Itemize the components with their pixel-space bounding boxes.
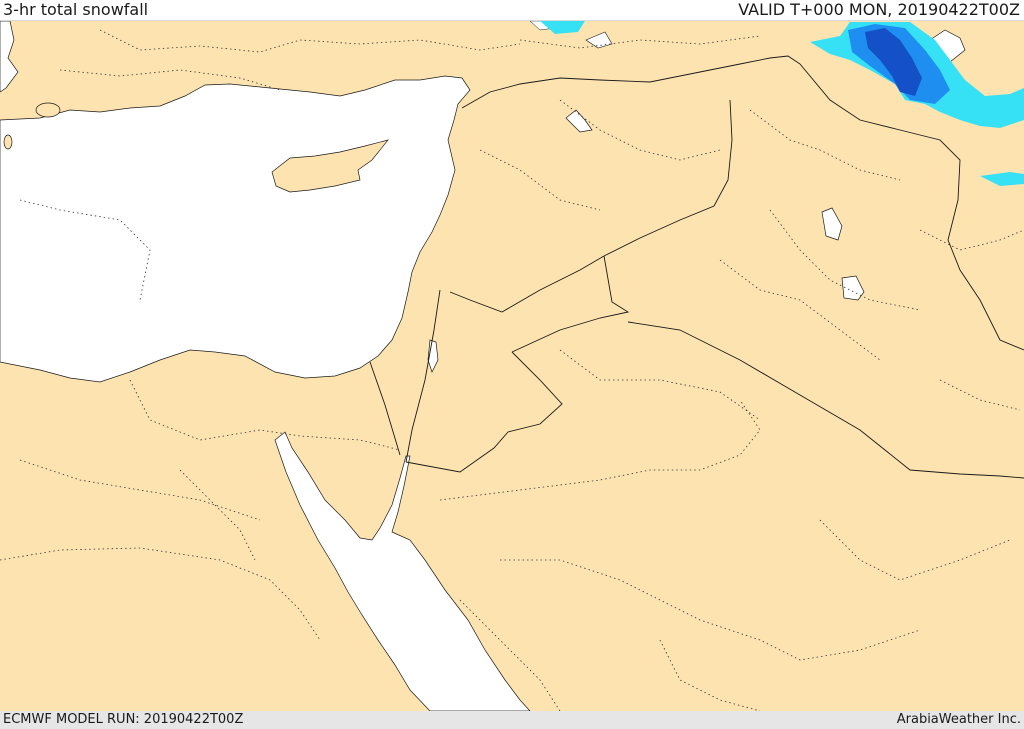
credit-label: ArabiaWeather Inc.: [896, 712, 1021, 727]
header-bar: 3-hr total snowfall VALID T+000 MON, 201…: [0, 0, 1024, 21]
model-run-label: ECMWF MODEL RUN: 20190422T00Z: [3, 712, 244, 727]
aegean-island: [3, 134, 13, 150]
valid-time-label: VALID T+000 MON, 20190422T00Z: [738, 0, 1020, 19]
snowfall-map: [0, 21, 1024, 711]
footer-bar: ECMWF MODEL RUN: 20190422T00Z ArabiaWeat…: [0, 711, 1024, 729]
aegean-island: [35, 102, 61, 118]
map-title: 3-hr total snowfall: [3, 0, 149, 19]
